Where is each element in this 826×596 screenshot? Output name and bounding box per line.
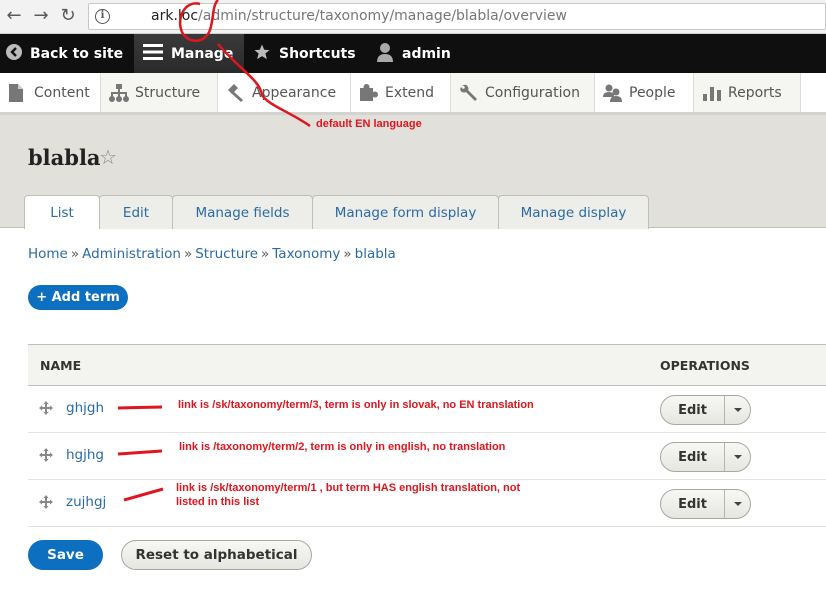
admin-toolbar: Back to site Manage Shortcuts admin [0,34,826,73]
operations-toggle[interactable] [725,443,750,471]
tray-label: Appearance [252,84,337,101]
tray-item-reports[interactable]: Reports [694,73,801,112]
tray-label: People [629,84,676,101]
caret-down-icon [733,455,742,459]
sitemap-icon [109,83,129,102]
caret-down-icon [733,502,742,506]
add-term-button[interactable]: + Add term [28,285,128,310]
page-root: ← → ↻ i ark.loc/admin/structure/taxonomy… [0,0,826,596]
info-icon[interactable]: i [95,9,110,24]
operations-dropbutton: Edit [660,395,751,425]
user-label: admin [402,45,451,62]
tray-item-content[interactable]: Content [0,73,101,112]
chevron-left-circle-icon [6,43,22,64]
header-operations: OPERATIONS [660,358,750,373]
shortcut-star-icon[interactable]: ☆ [99,145,117,169]
annotation-row1: link is /sk/taxonomy/term/3, term is onl… [178,399,534,411]
breadcrumb-structure[interactable]: Structure [195,246,258,262]
url-text: ark.loc/admin/structure/taxonomy/manage/… [151,8,567,24]
back-to-site-label: Back to site [30,45,124,62]
tray-item-extend[interactable]: Extend [351,73,451,112]
wrench-icon [459,84,477,102]
annotation-row3-line2: listed in this list [176,496,260,508]
breadcrumb-blabla[interactable]: blabla [355,246,396,262]
arrow-left-icon[interactable]: ← [3,5,25,27]
bar-chart-icon [702,84,721,102]
tray-item-people[interactable]: People [595,73,694,112]
user-icon [376,42,394,66]
term-link[interactable]: hgjhg [66,447,104,463]
terms-table: NAME OPERATIONS ghjgh Edit hgjhg Edit zu… [28,344,826,527]
breadcrumb-separator: » [261,246,270,262]
breadcrumb-separator: » [343,246,352,262]
breadcrumb-home[interactable]: Home [28,246,68,262]
annotation-row2: link is /taxonomy/term/2, term is only i… [179,441,506,453]
tab-list[interactable]: List [24,195,100,229]
tab-manage-form-display[interactable]: Manage form display [312,195,499,229]
tab-manage-display[interactable]: Manage display [498,195,649,229]
tray-item-configuration[interactable]: Configuration [451,73,595,112]
drag-handle-icon[interactable] [39,400,53,415]
reload-icon[interactable]: ↻ [57,5,79,27]
tray-label: Structure [135,84,201,101]
browser-bar: ← → ↻ i ark.loc/admin/structure/taxonomy… [0,0,826,34]
annotation-language: default EN language [316,118,422,130]
tray-label: Extend [385,84,434,101]
tray-label: Reports [728,84,782,101]
term-link[interactable]: zujhgj [66,494,106,510]
tray-label: Configuration [485,84,580,101]
file-icon [8,83,26,102]
manage-label: Manage [171,45,234,62]
arrow-right-icon[interactable]: → [30,5,52,27]
shortcuts-tab[interactable]: Shortcuts [253,34,356,73]
breadcrumb-separator: » [183,246,193,262]
operations-dropbutton: Edit [660,489,751,519]
save-button[interactable]: Save [28,540,103,570]
shortcuts-label: Shortcuts [279,45,356,62]
url-path: /admin/structure/taxonomy/manage/blabla/… [198,8,567,24]
reset-alphabetical-button[interactable]: Reset to alphabetical [121,540,312,570]
star-icon [253,43,271,65]
operations-toggle[interactable] [725,490,750,518]
breadcrumb: Home» Administration» Structure» Taxonomy» b… [28,246,396,262]
page-header: blabla ☆ List Edit Manage fields Manage … [0,115,826,229]
tab-manage-fields[interactable]: Manage fields [172,195,313,229]
breadcrumb-separator: » [70,246,80,262]
edit-button[interactable]: Edit [661,443,725,471]
tray-label: Content [34,84,90,101]
table-header: NAME OPERATIONS [28,344,826,386]
address-bar[interactable]: i ark.loc/admin/structure/taxonomy/manag… [88,3,826,30]
drag-handle-icon[interactable] [39,494,53,509]
back-to-site-link[interactable]: Back to site [6,34,123,73]
admin-tray: Content Structure Appearance Extend Conf… [0,73,826,115]
annotation-row3-line1: link is /sk/taxonomy/term/1 , but term H… [176,482,521,494]
term-link[interactable]: ghjgh [66,400,104,416]
puzzle-icon [359,83,378,102]
tab-edit[interactable]: Edit [99,195,173,229]
header-name: NAME [40,358,82,373]
operations-toggle[interactable] [725,396,750,424]
caret-down-icon [733,408,742,412]
tray-item-structure[interactable]: Structure [101,73,218,112]
tray-item-appearance[interactable]: Appearance [218,73,351,112]
manage-tab[interactable]: Manage [134,34,244,73]
breadcrumb-administration[interactable]: Administration [82,246,181,262]
edit-button[interactable]: Edit [661,396,725,424]
hamburger-icon [143,43,163,65]
edit-button[interactable]: Edit [661,490,725,518]
people-icon [603,84,622,102]
drag-handle-icon[interactable] [39,447,53,462]
url-host: ark.loc [151,8,199,24]
user-tab[interactable]: admin [376,34,451,73]
operations-dropbutton: Edit [660,442,751,472]
page-title: blabla [28,145,101,170]
brush-icon [226,83,244,102]
breadcrumb-taxonomy[interactable]: Taxonomy [272,246,340,262]
